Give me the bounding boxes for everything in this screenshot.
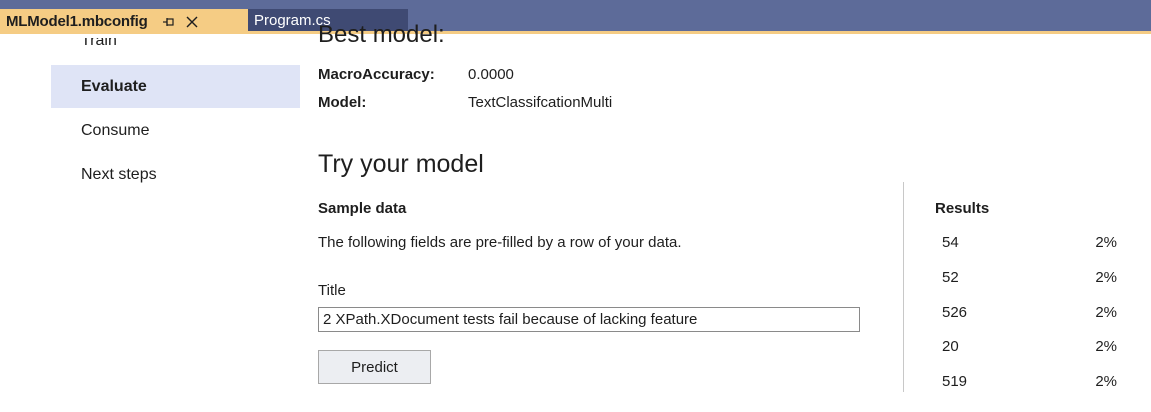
nav-item-evaluate[interactable]: Evaluate xyxy=(51,65,300,108)
best-model-heading: Best model: xyxy=(318,21,445,48)
title-input[interactable] xyxy=(318,307,860,332)
sample-data-description: The following fields are pre-filled by a… xyxy=(318,234,682,251)
nav-item-label: Consume xyxy=(81,121,150,139)
result-row: 52 2% xyxy=(942,269,1117,286)
result-label: 519 xyxy=(942,373,968,390)
nav-item-label: Next steps xyxy=(81,165,157,183)
document-tab-strip: MLModel1.mbconfig Program.cs xyxy=(0,0,1151,34)
result-label: 20 xyxy=(942,338,959,355)
result-value: 2% xyxy=(1095,373,1117,390)
result-row: 20 2% xyxy=(942,338,1117,355)
result-row: 526 2% xyxy=(942,304,1117,321)
result-value: 2% xyxy=(1095,304,1117,321)
macro-accuracy-label: MacroAccuracy: xyxy=(318,66,435,83)
result-value: 2% xyxy=(1095,269,1117,286)
result-value: 2% xyxy=(1095,234,1117,251)
result-label: 526 xyxy=(942,304,968,321)
nav-item-label: Train xyxy=(81,32,117,49)
sample-data-heading: Sample data xyxy=(318,200,407,217)
nav-item-label: Evaluate xyxy=(81,77,147,95)
results-divider xyxy=(903,182,904,392)
result-label: 52 xyxy=(942,269,959,286)
try-your-model-heading: Try your model xyxy=(318,150,484,178)
tab-title: MLModel1.mbconfig xyxy=(6,13,148,30)
predict-button[interactable]: Predict xyxy=(318,350,431,384)
result-row: 54 2% xyxy=(942,234,1117,251)
pin-icon[interactable] xyxy=(162,15,176,29)
close-icon[interactable] xyxy=(184,14,200,30)
title-field-label: Title xyxy=(318,282,346,299)
model-value: TextClassifcationMulti xyxy=(468,94,613,111)
nav-item-next-steps[interactable]: Next steps xyxy=(51,153,300,196)
result-label: 54 xyxy=(942,234,959,251)
model-label: Model: xyxy=(318,94,367,111)
macro-accuracy-value: 0.0000 xyxy=(468,66,514,83)
nav-item-consume[interactable]: Consume xyxy=(51,109,300,152)
result-value: 2% xyxy=(1095,338,1117,355)
results-heading: Results xyxy=(935,200,990,217)
result-row: 519 2% xyxy=(942,373,1117,390)
model-row: Model: TextClassifcationMulti xyxy=(318,94,612,111)
tab-mlmodel1-mbconfig[interactable]: MLModel1.mbconfig xyxy=(0,9,248,34)
macro-accuracy-row: MacroAccuracy: 0.0000 xyxy=(318,66,514,83)
